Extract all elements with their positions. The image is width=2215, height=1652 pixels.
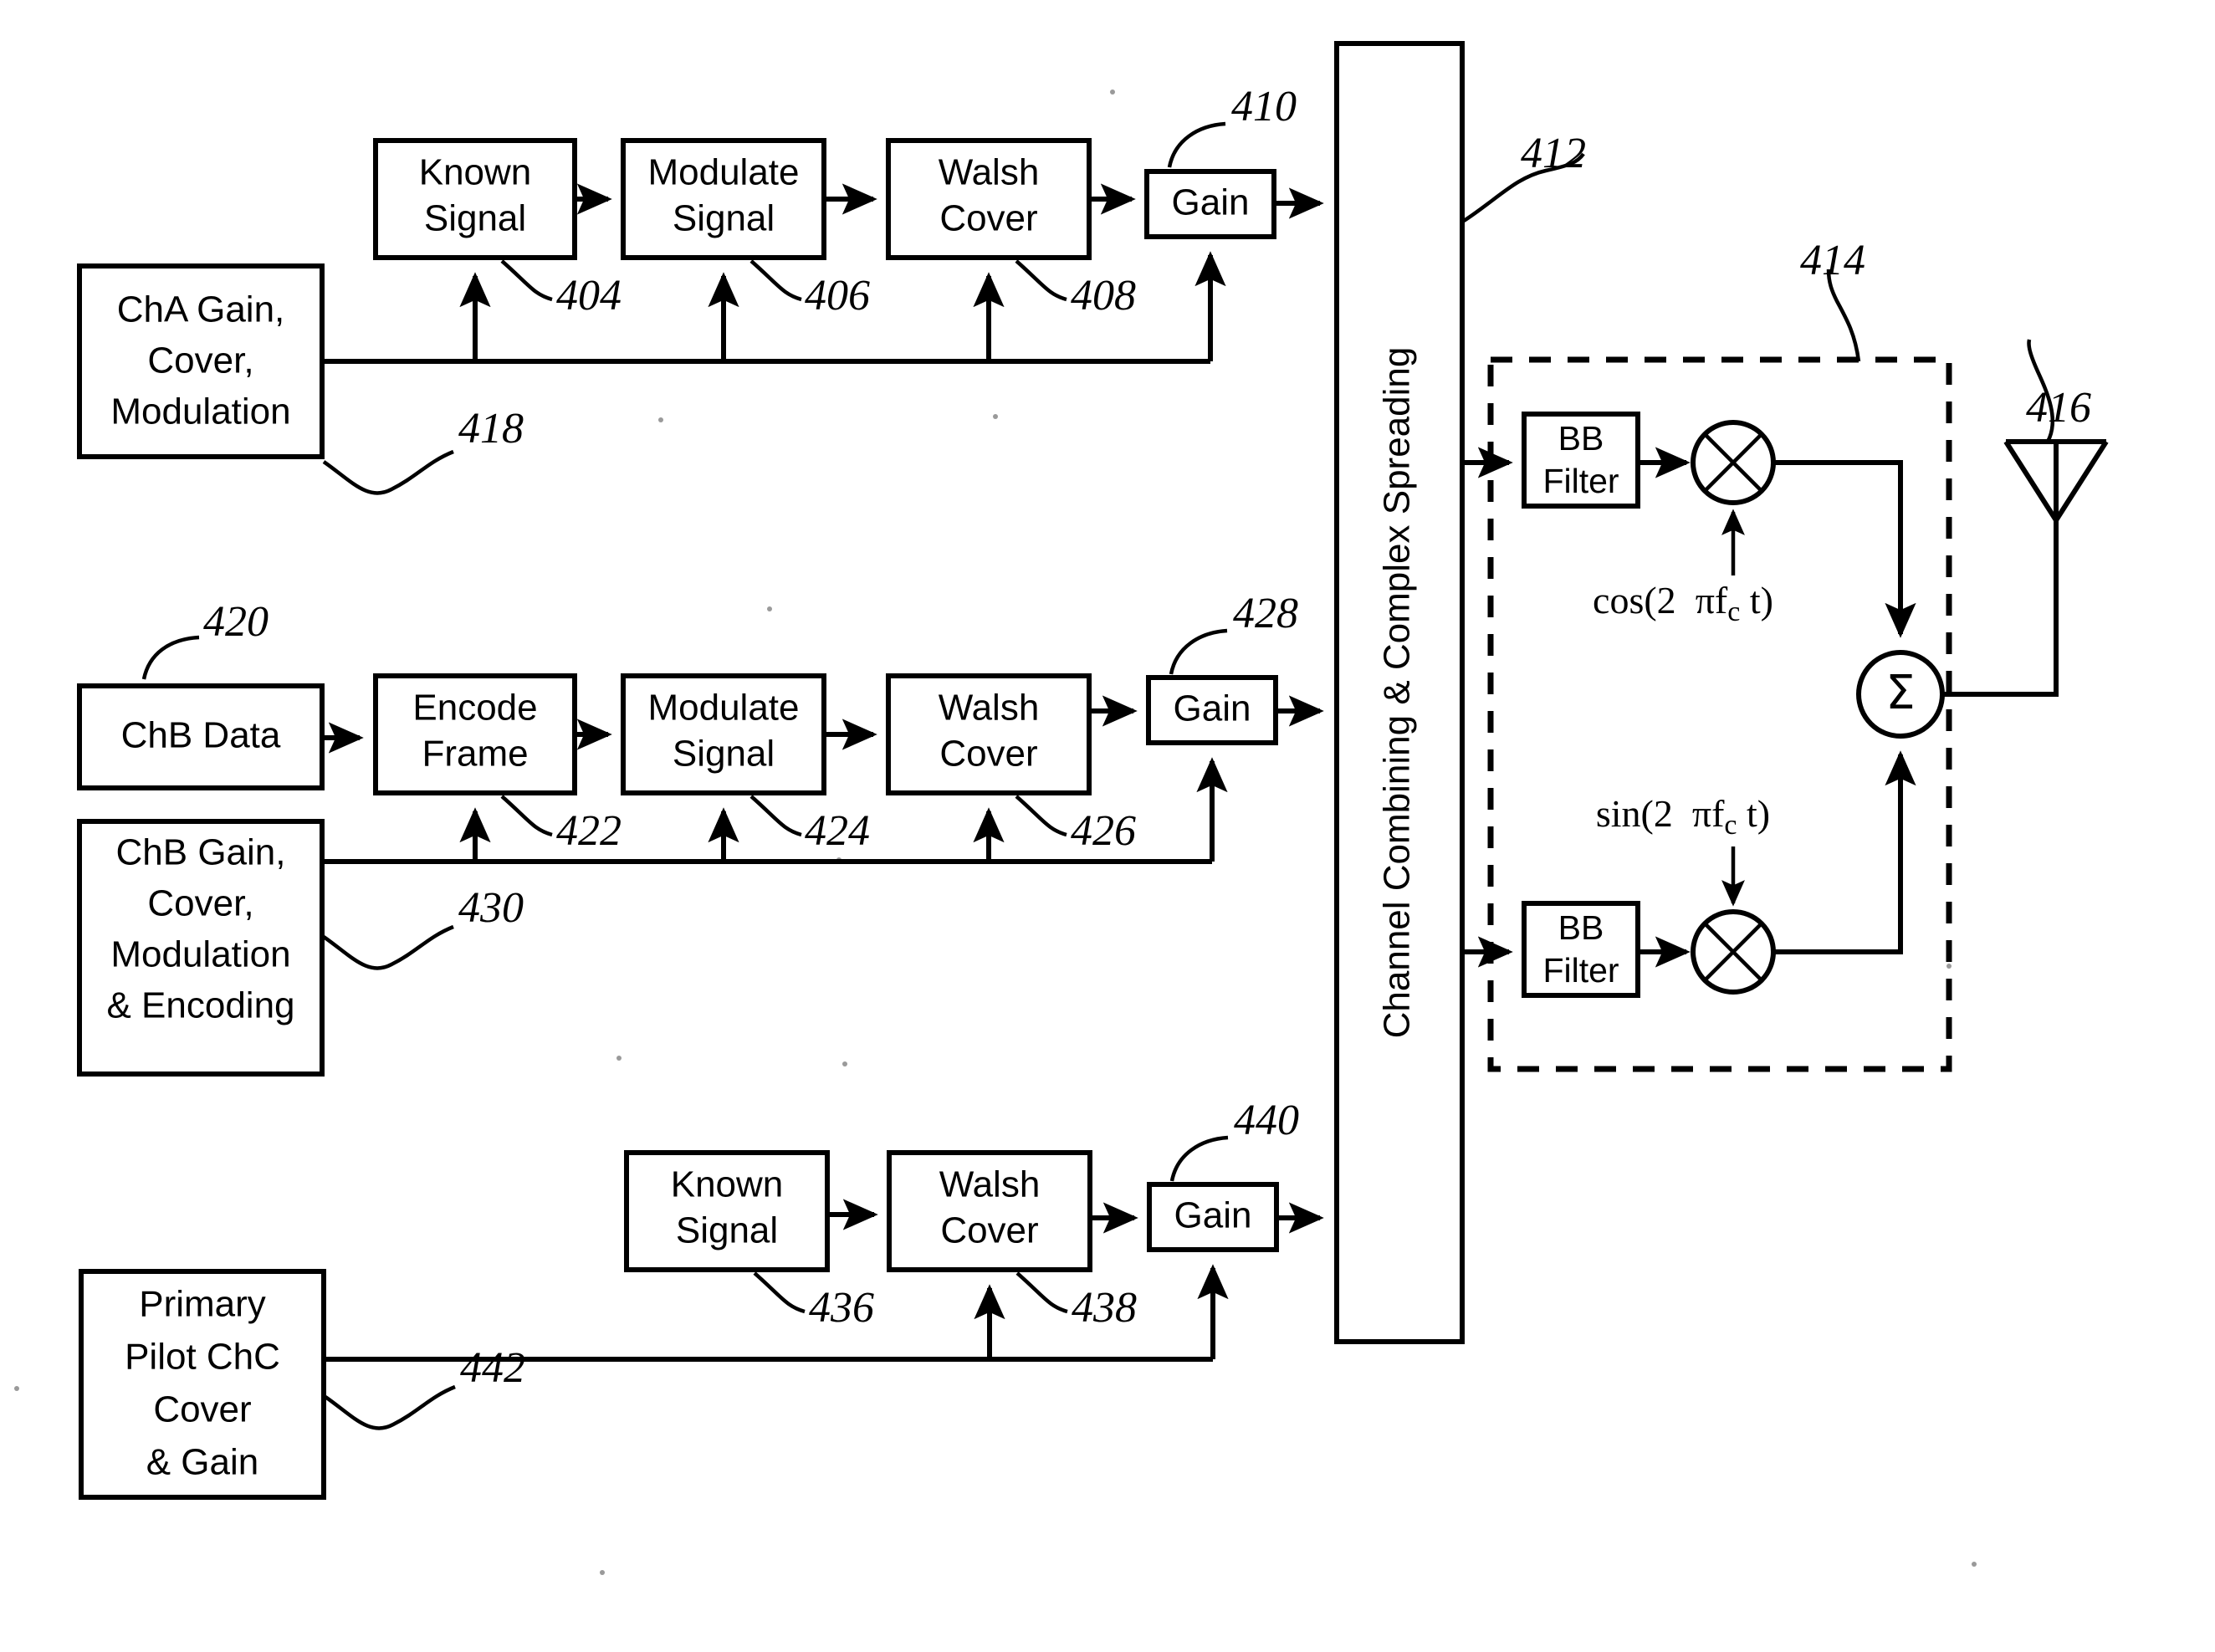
block-bb-filter-i-line1: BB bbox=[1558, 419, 1604, 458]
summer-node[interactable]: Σ bbox=[1856, 650, 1945, 739]
block-bb-filter-i-line2: Filter bbox=[1542, 462, 1619, 500]
label-cos-carrier: cos(2 πfc t) bbox=[1593, 579, 1773, 627]
ref-428: 428 bbox=[1233, 590, 1298, 637]
block-cha-walsh-cover[interactable]: Walsh Cover bbox=[886, 138, 1092, 260]
block-chb-params-line3: Modulation bbox=[110, 934, 290, 975]
block-chb-data-label: ChB Data bbox=[121, 715, 281, 756]
sin-pi: π bbox=[1692, 792, 1711, 835]
block-chb-gain[interactable]: Gain bbox=[1146, 675, 1278, 745]
block-cha-walsh-line2: Cover bbox=[939, 198, 1037, 239]
ref-414: 414 bbox=[1800, 237, 1865, 284]
block-combiner-label: Channel Combining & Complex Spreading bbox=[1377, 347, 1418, 1039]
block-chb-gain-label: Gain bbox=[1174, 688, 1251, 729]
ref-426: 426 bbox=[1071, 807, 1136, 855]
block-cha-params-line3: Modulation bbox=[110, 391, 290, 432]
ref-438: 438 bbox=[1072, 1284, 1137, 1332]
ref-410: 410 bbox=[1231, 83, 1297, 130]
block-chc-walsh-line1: Walsh bbox=[939, 1164, 1041, 1205]
block-chb-walsh-line1: Walsh bbox=[939, 688, 1040, 729]
block-chc-walsh-cover[interactable]: Walsh Cover bbox=[887, 1150, 1092, 1272]
block-chc-params-line1: Primary bbox=[139, 1284, 266, 1325]
block-cha-gain-label: Gain bbox=[1172, 182, 1250, 223]
antenna-feedline bbox=[1942, 520, 2059, 697]
block-bb-filter-q[interactable]: BB Filter bbox=[1522, 901, 1640, 998]
ref-424: 424 bbox=[805, 807, 870, 855]
block-cha-params-line1: ChA Gain, bbox=[117, 289, 285, 330]
ref-420: 420 bbox=[203, 598, 269, 646]
cos-subscript: c bbox=[1727, 596, 1740, 627]
ref-416: 416 bbox=[2026, 384, 2091, 432]
block-cha-gain[interactable]: Gain bbox=[1144, 169, 1276, 239]
block-chc-gain-label: Gain bbox=[1174, 1195, 1252, 1236]
patent-figure: Known Signal Modulate Signal Walsh Cover… bbox=[0, 0, 2215, 1652]
cos-prefix: cos(2 bbox=[1593, 579, 1676, 621]
block-bb-filter-q-line1: BB bbox=[1558, 908, 1604, 947]
block-cha-modulate-line2: Signal bbox=[673, 198, 775, 239]
ref-408: 408 bbox=[1071, 272, 1136, 320]
rf-section-reference-leader: 414 bbox=[1800, 237, 1865, 362]
block-chb-params-line1: ChB Gain, bbox=[116, 832, 286, 873]
svg-text:cos(2 πfc t): cos(2 πfc t) bbox=[1593, 579, 1773, 627]
block-chc-gain[interactable]: Gain bbox=[1147, 1182, 1279, 1252]
block-chc-parameters[interactable]: Primary Pilot ChC Cover & Gain bbox=[79, 1269, 326, 1500]
block-chb-modulate-line1: Modulate bbox=[647, 688, 799, 729]
block-chc-params-line2: Pilot ChC bbox=[125, 1337, 280, 1378]
cos-suffix: t) bbox=[1750, 579, 1773, 621]
block-chb-modulate-signal[interactable]: Modulate Signal bbox=[621, 673, 826, 795]
block-chc-params-line4: & Gain bbox=[146, 1442, 259, 1483]
cos-pi: π bbox=[1696, 579, 1715, 621]
label-sin-carrier: sin(2 πfc t) bbox=[1596, 792, 1770, 841]
block-chb-data[interactable]: ChB Data bbox=[77, 683, 325, 790]
block-chb-params-line4: & Encoding bbox=[106, 985, 294, 1026]
summer-sigma-label: Σ bbox=[1885, 666, 1915, 720]
block-chb-encode-frame[interactable]: Encode Frame bbox=[373, 673, 577, 795]
block-cha-known-signal-line2: Signal bbox=[424, 198, 526, 239]
block-cha-known-signal-line1: Known bbox=[419, 152, 532, 193]
ref-418: 418 bbox=[458, 405, 524, 453]
mixer-q[interactable] bbox=[1691, 909, 1776, 995]
i-branch-to-summer bbox=[1773, 460, 1916, 638]
sin-prefix: sin(2 bbox=[1596, 792, 1673, 835]
ref-440: 440 bbox=[1234, 1097, 1299, 1144]
block-channel-combining-complex-spreading[interactable]: Channel Combining & Complex Spreading bbox=[1334, 41, 1465, 1344]
block-chb-parameters[interactable]: ChB Gain, Cover, Modulation & Encoding bbox=[77, 819, 325, 1077]
block-diagram-canvas: Known Signal Modulate Signal Walsh Cover… bbox=[14, 41, 2109, 1575]
block-chc-known-signal[interactable]: Known Signal bbox=[624, 1150, 830, 1272]
ref-404: 404 bbox=[556, 272, 622, 320]
block-chb-walsh-cover[interactable]: Walsh Cover bbox=[886, 673, 1092, 795]
block-bb-filter-q-line2: Filter bbox=[1542, 951, 1619, 990]
block-chb-encode-line1: Encode bbox=[412, 688, 537, 729]
block-chb-walsh-line2: Cover bbox=[939, 734, 1037, 775]
sin-subscript: c bbox=[1724, 810, 1737, 841]
ref-412: 412 bbox=[1521, 130, 1586, 177]
ref-406: 406 bbox=[805, 272, 870, 320]
block-chc-known-signal-line2: Signal bbox=[676, 1210, 778, 1251]
block-cha-modulate-line1: Modulate bbox=[647, 152, 799, 193]
ref-442: 442 bbox=[460, 1344, 525, 1392]
sin-f: f bbox=[1711, 792, 1725, 835]
svg-text:sin(2 πfc t): sin(2 πfc t) bbox=[1596, 792, 1770, 841]
block-bb-filter-i[interactable]: BB Filter bbox=[1522, 412, 1640, 509]
block-cha-walsh-line1: Walsh bbox=[939, 152, 1040, 193]
ref-436: 436 bbox=[809, 1284, 874, 1332]
block-chc-params-line3: Cover bbox=[153, 1389, 251, 1430]
sin-suffix: t) bbox=[1747, 792, 1770, 835]
block-cha-params-line2: Cover, bbox=[147, 340, 253, 381]
block-cha-parameters[interactable]: ChA Gain, Cover, Modulation bbox=[77, 263, 325, 459]
block-chc-known-signal-line1: Known bbox=[671, 1164, 784, 1205]
combiner-reference-leader: 412 bbox=[1462, 130, 1586, 222]
block-cha-modulate-signal[interactable]: Modulate Signal bbox=[621, 138, 826, 260]
block-chb-params-line2: Cover, bbox=[147, 883, 253, 924]
antenna-reference-leader: 416 bbox=[2026, 339, 2091, 443]
antenna-icon bbox=[2003, 439, 2109, 525]
ref-430: 430 bbox=[458, 884, 524, 932]
ref-422: 422 bbox=[556, 807, 622, 855]
mixer-i[interactable] bbox=[1691, 420, 1776, 505]
block-cha-known-signal[interactable]: Known Signal bbox=[373, 138, 577, 260]
q-branch-to-summer bbox=[1773, 750, 1916, 954]
block-chb-encode-line2: Frame bbox=[422, 734, 528, 775]
block-chb-modulate-line2: Signal bbox=[673, 734, 775, 775]
block-chc-walsh-line2: Cover bbox=[940, 1210, 1038, 1251]
cos-f: f bbox=[1715, 579, 1728, 621]
